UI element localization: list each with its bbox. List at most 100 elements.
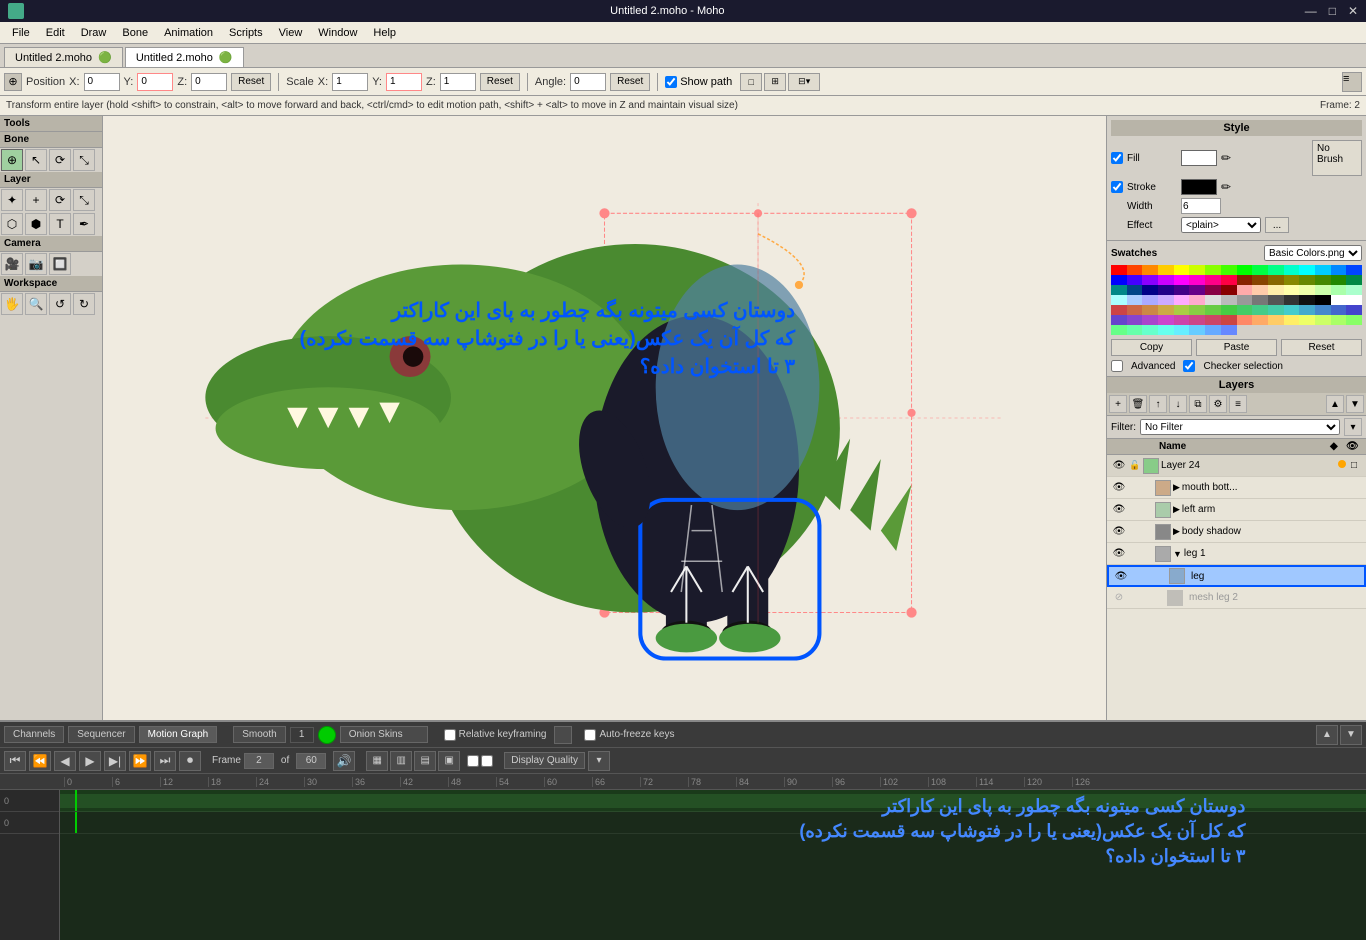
- timeline-tracks[interactable]: دوستان کسی میتونه بگه چطور به پای این کا…: [60, 790, 1366, 940]
- canvas-viewport[interactable]: دوستان کسی میتونه بگه چطور به پای این کا…: [103, 116, 1106, 720]
- tl-left-number-1[interactable]: 0: [4, 796, 9, 806]
- tab-1[interactable]: Untitled 2.moho 🟢: [125, 47, 244, 67]
- tl-expand-button[interactable]: ▲: [1316, 725, 1338, 745]
- tool-btn-15[interactable]: 🖐: [1, 293, 23, 315]
- next-frame-button[interactable]: ▶|: [104, 751, 126, 771]
- color-cell-84[interactable]: [1174, 315, 1190, 325]
- color-cell-58[interactable]: [1268, 295, 1284, 305]
- show-path-checkbox[interactable]: Show path: [665, 76, 732, 88]
- color-cell-44[interactable]: [1299, 285, 1315, 295]
- menu-animation[interactable]: Animation: [156, 25, 221, 41]
- color-cell-46[interactable]: [1331, 285, 1347, 295]
- position-x-input[interactable]: [84, 73, 120, 91]
- color-cell-35[interactable]: [1158, 285, 1174, 295]
- smooth-button[interactable]: Smooth: [233, 726, 285, 743]
- stroke-color-swatch[interactable]: [1181, 179, 1217, 195]
- scale-x-input[interactable]: [332, 73, 368, 91]
- color-cell-63[interactable]: [1346, 295, 1362, 305]
- tool-btn-3[interactable]: ⤡: [73, 149, 95, 171]
- auto-freeze-check[interactable]: [584, 729, 596, 741]
- eye-leg[interactable]: [1113, 568, 1129, 584]
- tool-btn-14[interactable]: 🔲: [49, 253, 71, 275]
- view-btn-2[interactable]: ▥: [390, 751, 412, 771]
- color-cell-33[interactable]: [1127, 285, 1143, 295]
- color-cell-9[interactable]: [1252, 265, 1268, 275]
- color-cell-6[interactable]: [1205, 265, 1221, 275]
- angle-input[interactable]: [570, 73, 606, 91]
- checker-checkbox[interactable]: [1183, 360, 1195, 372]
- color-cell-17[interactable]: [1127, 275, 1143, 285]
- eye-mouthbott[interactable]: [1111, 480, 1127, 496]
- color-cell-11[interactable]: [1284, 265, 1300, 275]
- color-cell-97[interactable]: [1127, 325, 1143, 335]
- color-cell-18[interactable]: [1142, 275, 1158, 285]
- color-cell-14[interactable]: [1331, 265, 1347, 275]
- color-cell-26[interactable]: [1268, 275, 1284, 285]
- tl-check1[interactable]: [467, 755, 479, 767]
- reset-position-button[interactable]: Reset: [231, 73, 271, 91]
- frame-number-input[interactable]: [244, 753, 274, 769]
- color-cell-99[interactable]: [1158, 325, 1174, 335]
- color-cell-42[interactable]: [1268, 285, 1284, 295]
- color-cell-2[interactable]: [1142, 265, 1158, 275]
- color-cell-91[interactable]: [1284, 315, 1300, 325]
- lock-meshleg2[interactable]: [1127, 590, 1143, 606]
- color-cell-95[interactable]: [1346, 315, 1362, 325]
- eye-leg1[interactable]: [1111, 546, 1127, 562]
- color-cell-73[interactable]: [1252, 305, 1268, 315]
- fill-edit-icon[interactable]: ✏: [1221, 151, 1231, 165]
- color-cell-32[interactable]: [1111, 285, 1127, 295]
- color-cell-8[interactable]: [1237, 265, 1253, 275]
- color-cell-24[interactable]: [1237, 275, 1253, 285]
- auto-freeze-checkbox[interactable]: Auto-freeze keys: [584, 729, 674, 741]
- prev-frame-button[interactable]: ◀: [54, 751, 76, 771]
- color-cell-5[interactable]: [1189, 265, 1205, 275]
- color-cell-87[interactable]: [1221, 315, 1237, 325]
- vis-layer24[interactable]: □: [1346, 458, 1362, 474]
- view-btn-3[interactable]: ▤: [414, 751, 436, 771]
- vis-leg[interactable]: [1344, 568, 1360, 584]
- color-cell-86[interactable]: [1205, 315, 1221, 325]
- no-brush-button[interactable]: No Brush: [1312, 140, 1362, 176]
- minimize-button[interactable]: —: [1305, 4, 1317, 18]
- vis-leg1[interactable]: [1346, 546, 1362, 562]
- color-cell-21[interactable]: [1189, 275, 1205, 285]
- tool-btn-5[interactable]: +: [25, 189, 47, 211]
- expand-button[interactable]: ≡: [1342, 72, 1362, 92]
- prev-keyframe-button[interactable]: ⏪: [29, 751, 51, 771]
- filter-select[interactable]: No Filter: [1140, 419, 1340, 435]
- cam-btn-3[interactable]: ⊟▾: [788, 73, 820, 91]
- tool-btn-13[interactable]: 📷: [25, 253, 47, 275]
- menu-view[interactable]: View: [271, 25, 311, 41]
- tool-btn-10[interactable]: T: [49, 213, 71, 235]
- color-cell-78[interactable]: [1331, 305, 1347, 315]
- show-path-check[interactable]: [665, 76, 677, 88]
- layer-row-leg1[interactable]: ▼ leg 1: [1107, 543, 1366, 565]
- color-cell-94[interactable]: [1331, 315, 1347, 325]
- layer-duplicate-button[interactable]: ⧉: [1189, 395, 1207, 413]
- color-cell-62[interactable]: [1331, 295, 1347, 305]
- color-cell-48[interactable]: [1111, 295, 1127, 305]
- color-cell-71[interactable]: [1221, 305, 1237, 315]
- color-cell-83[interactable]: [1158, 315, 1174, 325]
- color-cell-59[interactable]: [1284, 295, 1300, 305]
- play-button[interactable]: ▶: [79, 751, 101, 771]
- color-cell-90[interactable]: [1268, 315, 1284, 325]
- record-keyframe-button[interactable]: ⏺: [179, 751, 201, 771]
- view-btn-4[interactable]: ▣: [438, 751, 460, 771]
- color-cell-15[interactable]: [1346, 265, 1362, 275]
- scale-y-input[interactable]: [386, 73, 422, 91]
- color-cell-103[interactable]: [1221, 325, 1237, 335]
- color-cell-37[interactable]: [1189, 285, 1205, 295]
- layer-row-meshleg2[interactable]: ⊘ mesh leg 2: [1107, 587, 1366, 609]
- menu-window[interactable]: Window: [310, 25, 365, 41]
- color-cell-98[interactable]: [1142, 325, 1158, 335]
- tool-btn-9[interactable]: ⬢: [25, 213, 47, 235]
- width-input[interactable]: [1181, 198, 1221, 214]
- color-cell-36[interactable]: [1174, 285, 1190, 295]
- color-cell-41[interactable]: [1252, 285, 1268, 295]
- tool-btn-2[interactable]: ⟳: [49, 149, 71, 171]
- color-cell-102[interactable]: [1205, 325, 1221, 335]
- layer-scroll-down[interactable]: ▼: [1346, 395, 1364, 413]
- record-button[interactable]: [318, 726, 336, 744]
